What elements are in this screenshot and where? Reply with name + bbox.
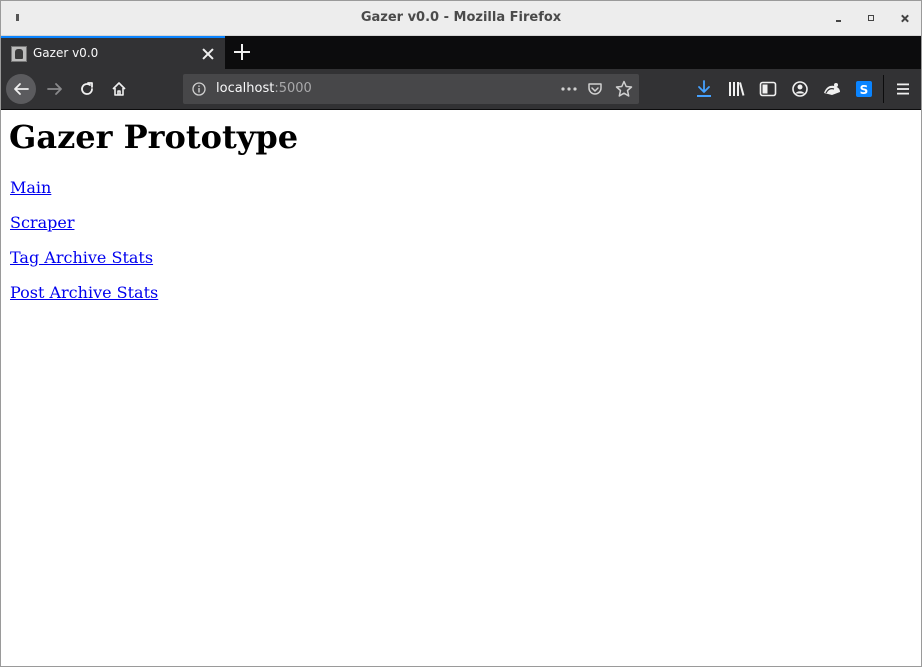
download-button[interactable] [694,79,714,99]
home-icon [112,82,126,96]
navigation-toolbar: localhost:5000 S [1,69,921,110]
back-icon [14,83,29,95]
library-icon [729,82,745,96]
forward-button[interactable] [40,74,70,104]
url-bar[interactable]: localhost:5000 [183,74,639,104]
page-heading: Gazer Prototype [9,118,299,156]
link-main[interactable]: Main [10,178,51,198]
extension-button[interactable] [822,79,842,99]
reload-icon [81,82,93,95]
sidebar-button[interactable] [758,79,778,99]
url-text[interactable]: localhost:5000 [216,74,312,104]
browser-window: Gazer v0.0 - Mozilla Firefox Gazer v0.0 [0,0,922,667]
svg-text:S: S [860,83,869,97]
account-icon [792,81,808,97]
home-button[interactable] [104,74,134,104]
link-tag-archive-stats[interactable]: Tag Archive Stats [10,248,153,268]
skype-extension-button[interactable]: S [854,79,874,99]
pocket-icon[interactable] [587,81,603,97]
link-scraper[interactable]: Scraper [10,213,74,233]
toolbar-separator [883,75,884,103]
new-tab-button[interactable] [233,43,251,61]
tab-gazer[interactable]: Gazer v0.0 [1,36,225,69]
sidebar-icon [759,81,777,97]
maximize-button[interactable] [863,9,881,27]
page-actions-icon[interactable] [559,81,579,97]
open-menu-button[interactable] [893,79,913,99]
back-button[interactable] [6,74,36,104]
info-icon [192,82,206,96]
close-window-button[interactable] [896,9,914,27]
extension-icon [824,83,840,95]
tab-strip: Gazer v0.0 [1,36,921,69]
gazer-favicon-icon [11,46,27,62]
hamburger-menu-icon [897,83,909,95]
window-title: Gazer v0.0 - Mozilla Firefox [360,10,562,25]
link-post-archive-stats[interactable]: Post Archive Stats [10,283,158,303]
url-host: localhost [216,81,275,96]
window-titlebar[interactable]: Gazer v0.0 - Mozilla Firefox [1,1,921,36]
page-content: Gazer Prototype Main Scraper Tag Archive… [1,110,921,666]
forward-icon [47,83,62,95]
reload-button[interactable] [72,74,102,104]
bookmark-star-icon[interactable] [615,80,633,98]
tab-close-icon[interactable] [200,46,216,62]
skype-icon: S [856,81,872,97]
library-button[interactable] [726,79,746,99]
account-button[interactable] [790,79,810,99]
minimize-button[interactable] [830,9,848,27]
tab-title: Gazer v0.0 [33,46,99,60]
url-port: :5000 [274,81,312,96]
download-icon [697,80,711,97]
